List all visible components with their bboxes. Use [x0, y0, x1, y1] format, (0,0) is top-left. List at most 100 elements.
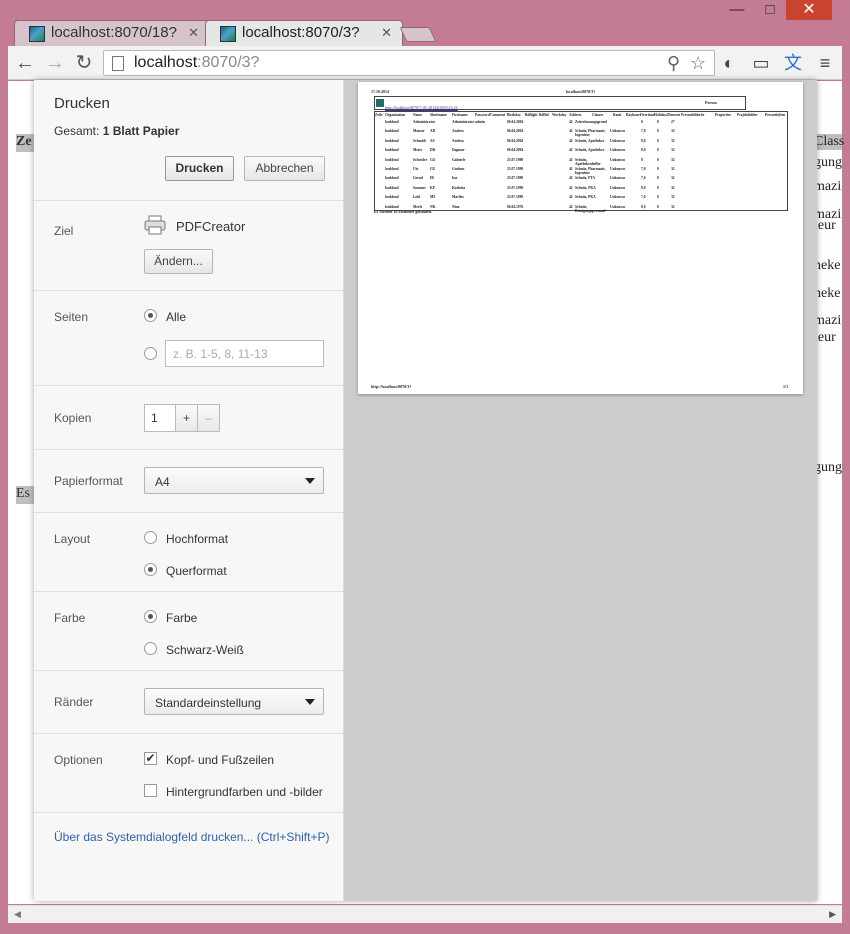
background-graphics-checkbox[interactable]: [144, 784, 157, 797]
favicon-icon: [220, 26, 236, 42]
preview-table-cell: Karlotta: [452, 185, 466, 190]
preview-table-cell: Meier: [413, 148, 423, 153]
preview-column-header: Name: [413, 113, 422, 117]
preview-table-cell: 42: [569, 120, 573, 124]
maximize-button[interactable]: □: [756, 0, 784, 20]
preview-table-cell: Gabriele: [452, 157, 466, 162]
background-cell: ieur: [814, 330, 836, 345]
preview-column-header: Firstname: [452, 113, 468, 117]
separator: [34, 290, 344, 291]
landscape-radio[interactable]: [144, 563, 157, 576]
preview-table-cell: Gerud: [413, 176, 423, 181]
copies-decrement-button[interactable]: –: [197, 404, 220, 432]
pages-label: Seiten: [54, 310, 89, 324]
print-button[interactable]: Drucken: [165, 156, 234, 181]
background-table-footer: Es: [16, 486, 36, 504]
preview-table-cell: 7,0: [641, 129, 646, 134]
tab-active[interactable]: localhost:8070/3? ✕: [205, 20, 403, 46]
preview-table-cell: DK: [430, 148, 436, 153]
portrait-label: Hochformat: [166, 532, 229, 546]
copies-input[interactable]: 1: [144, 404, 176, 432]
preview-header-box: http://localhost:8070/?.18/.2014/0:00/0:…: [374, 96, 746, 110]
back-icon[interactable]: ←: [14, 52, 36, 74]
preview-column-header: Comment: [490, 113, 506, 117]
preview-table-cell: 23.07.1990: [507, 176, 524, 181]
preview-table-cell: Administrator: [413, 120, 436, 124]
preview-column-header: Personbilderbe: [681, 113, 705, 117]
tab-inactive[interactable]: localhost:8070/18? ✕: [14, 20, 210, 46]
cancel-button[interactable]: Abbrechen: [244, 156, 325, 181]
pages-custom-radio[interactable]: [144, 347, 157, 360]
close-window-button[interactable]: ✕: [786, 0, 832, 20]
preview-table-cell: Unknown: [610, 148, 625, 153]
url-text[interactable]: localhost:8070/3?: [134, 54, 259, 72]
preview-table-cell: Merle: [413, 204, 423, 209]
paper-size-value: A4: [155, 475, 170, 489]
preview-table-row: loublond Sommer KP Karlotta 23.07.1990 42 Schn…: [375, 186, 789, 195]
layout-label: Layout: [54, 532, 91, 546]
copies-increment-button[interactable]: +: [175, 404, 198, 432]
horizontal-scrollbar[interactable]: ◀ ▶: [8, 905, 842, 923]
reload-icon[interactable]: ↻: [73, 52, 95, 74]
preview-table-cell: 32: [671, 195, 675, 200]
portrait-radio[interactable]: [144, 531, 157, 544]
preview-table-cell: 42: [569, 176, 573, 181]
background-cell: gung: [814, 155, 842, 170]
preview-table-cell: MS: [430, 195, 436, 200]
scroll-left-icon[interactable]: ◀: [14, 909, 21, 920]
preview-table-cell: Schnitz, Apotheker: [575, 138, 605, 143]
printer-name: PDFCreator: [176, 219, 246, 234]
scroll-right-icon[interactable]: ▶: [829, 909, 836, 920]
separator: [34, 591, 344, 592]
zoom-icon[interactable]: ⚲: [667, 53, 680, 74]
preview-column-header: Rank: [613, 113, 622, 117]
preview-table-cell: 32: [671, 204, 675, 209]
pages-range-input[interactable]: z. B. 1-5, 8, 11-13: [165, 340, 324, 367]
bookmark-star-icon[interactable]: ☆: [690, 53, 706, 74]
cast-icon[interactable]: ▭: [750, 52, 772, 74]
headers-footers-checkbox[interactable]: ✔: [144, 752, 157, 765]
preview-table-cell: Sommer: [413, 185, 426, 190]
preview-column-header: Zeile: [375, 113, 383, 117]
preview-column-header: Projektbilder: [737, 113, 758, 117]
preview-table-cell: Unknown: [610, 204, 625, 209]
minimize-button[interactable]: —: [722, 0, 752, 20]
preview-table-row: loublond Schröder GG Gabriele 23.07.1990 42 Sc…: [375, 158, 789, 167]
preview-table-cell: 0: [657, 138, 659, 143]
preview-table-cell: Unknown: [610, 167, 625, 171]
forward-icon[interactable]: →: [44, 52, 66, 74]
preview-table-cell: loublond: [385, 148, 399, 153]
address-bar[interactable]: localhost:8070/3? ⚲ ☆: [103, 50, 715, 76]
system-dialog-link[interactable]: Über das Systemdialogfeld drucken... (Ct…: [54, 830, 329, 844]
preview-table-cell: loublond: [385, 176, 399, 181]
margins-select[interactable]: Standardeinstellung: [144, 688, 324, 715]
new-tab-button[interactable]: [399, 27, 437, 42]
color-option-label: Farbe: [166, 611, 198, 625]
close-tab-icon[interactable]: ✕: [188, 25, 199, 41]
preview-table-cell: 32: [671, 167, 675, 171]
change-destination-button[interactable]: Ändern...: [144, 249, 213, 274]
preview-table-cell: Schnitz, Reinigungspersonal: [575, 204, 606, 213]
preview-table-cell: 0: [657, 120, 659, 124]
favicon-icon: [29, 26, 45, 42]
margins-label: Ränder: [54, 695, 94, 709]
preview-table-cell: NK: [430, 204, 436, 209]
color-radio[interactable]: [144, 610, 157, 623]
copies-stepper[interactable]: 1 + –: [144, 404, 222, 432]
tab-title: localhost:8070/3?: [242, 24, 360, 41]
translate-icon[interactable]: 文: [782, 52, 804, 74]
close-tab-icon[interactable]: ✕: [381, 25, 392, 41]
preview-table-cell: 0: [657, 176, 659, 181]
black-white-radio[interactable]: [144, 642, 157, 655]
preview-table-cell: 7,0: [641, 195, 646, 200]
preview-table-row: loublond Schmidt AS Andrea 06.04.2004 42 Schni…: [375, 139, 789, 148]
menu-icon[interactable]: ≡: [814, 52, 836, 74]
browser-toolbar: ← → ↻ localhost:8070/3? ⚲ ☆ ◐ ▭ 文 ≡: [8, 46, 842, 80]
preview-table-cell: Gudrun: [452, 167, 465, 171]
paper-size-select[interactable]: A4: [144, 467, 324, 494]
contrast-extension-icon[interactable]: ◐: [718, 52, 740, 74]
preview-table-cell: loublond: [385, 185, 399, 190]
pages-all-radio[interactable]: [144, 309, 157, 322]
preview-column-header: Birthday: [507, 113, 521, 117]
preview-table-cell: 23.07.1990: [507, 167, 524, 171]
